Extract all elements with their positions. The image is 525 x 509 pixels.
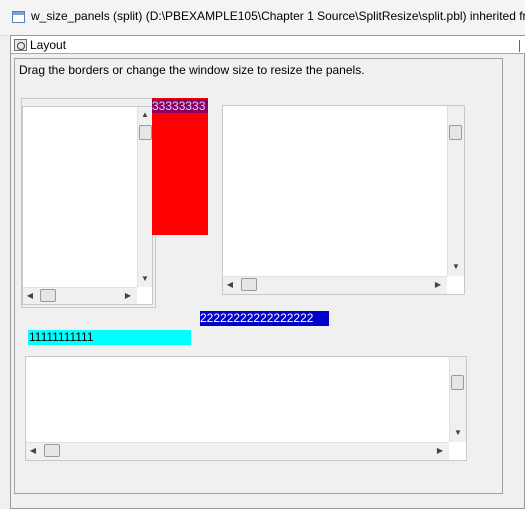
scroll-up-icon[interactable]: ▲ bbox=[140, 110, 150, 120]
instructions-text: Drag the borders or change the window si… bbox=[19, 63, 365, 77]
panel-1-hscroll-thumb[interactable] bbox=[40, 289, 56, 302]
panel-3-vscroll-thumb[interactable] bbox=[451, 375, 464, 390]
panel-2-vscroll-thumb[interactable] bbox=[449, 125, 462, 140]
panel-3-horizontal-scrollbar[interactable] bbox=[26, 442, 449, 460]
scroll-right-icon[interactable]: ▶ bbox=[123, 291, 133, 301]
horizontal-splitter-cyan[interactable]: 11111111111 bbox=[28, 330, 191, 345]
horizontal-splitter-blue[interactable]: 22222222222222222 bbox=[200, 311, 329, 326]
scroll-right-icon[interactable]: ▶ bbox=[433, 280, 443, 290]
vertical-splitter-label: 33333333 bbox=[152, 99, 208, 113]
scroll-left-icon[interactable]: ◀ bbox=[28, 446, 38, 456]
panel-2-hscroll-thumb[interactable] bbox=[241, 278, 257, 291]
window-icon bbox=[12, 11, 25, 23]
layout-icon bbox=[14, 39, 27, 51]
panel-1-vscroll-thumb[interactable] bbox=[139, 125, 152, 140]
panel-3-hscroll-thumb[interactable] bbox=[44, 444, 60, 457]
vertical-splitter[interactable] bbox=[152, 98, 208, 235]
inner-window-title: Layout bbox=[30, 38, 67, 52]
window-title: w_size_panels (split) (D:\PBEXAMPLE105\C… bbox=[31, 9, 525, 23]
scroll-down-icon[interactable]: ▼ bbox=[451, 262, 461, 272]
scroll-down-icon[interactable]: ▼ bbox=[453, 428, 463, 438]
scroll-down-icon[interactable]: ▼ bbox=[140, 274, 150, 284]
frame-edge bbox=[519, 40, 520, 52]
panel-2[interactable] bbox=[222, 105, 465, 295]
scroll-right-icon[interactable]: ▶ bbox=[435, 446, 445, 456]
panel-1[interactable] bbox=[22, 106, 153, 305]
scroll-left-icon[interactable]: ◀ bbox=[225, 280, 235, 290]
scroll-left-icon[interactable]: ◀ bbox=[25, 291, 35, 301]
inner-window-title-bar[interactable] bbox=[11, 36, 525, 54]
